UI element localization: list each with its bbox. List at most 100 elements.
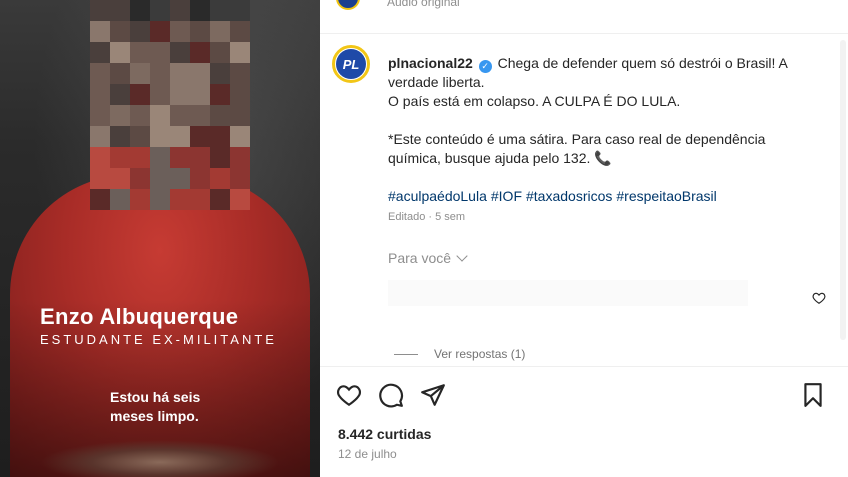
view-replies[interactable]: Ver respostas (1): [394, 347, 525, 361]
pixel-block: [190, 21, 210, 42]
post-caption: plnacional22 ✓ Chega de defender quem só…: [388, 54, 808, 206]
pixel-block: [170, 63, 190, 84]
pixel-block: [210, 84, 230, 105]
pixel-block: [170, 126, 190, 147]
pixel-block: [110, 105, 130, 126]
sort-label: Para você: [388, 250, 452, 266]
person-name: Enzo Albuquerque: [40, 304, 239, 329]
disclaimer-text: *Este conteúdo é uma sátira. Para caso r…: [388, 131, 766, 166]
pixel-block: [130, 21, 150, 42]
audio-label[interactable]: Áudio original: [387, 0, 460, 9]
pixel-block: [130, 63, 150, 84]
hashtag-link[interactable]: #IOF: [491, 188, 522, 204]
phone-icon: 📞: [594, 150, 612, 166]
pixel-block: [110, 189, 130, 210]
person-hands: [40, 440, 280, 477]
scrollbar-thumb[interactable]: [840, 40, 846, 340]
pixel-block: [210, 168, 230, 189]
pixel-block: [150, 21, 170, 42]
pixel-block: [110, 147, 130, 168]
share-icon[interactable]: [420, 382, 446, 408]
likes-count[interactable]: 8.442 curtidas: [338, 426, 431, 442]
comment-icon[interactable]: [378, 382, 404, 408]
pixel-block: [190, 168, 210, 189]
pixel-block: [230, 42, 250, 63]
pixel-block: [230, 168, 250, 189]
pixel-block: [170, 105, 190, 126]
pixel-block: [90, 0, 110, 21]
hashtag-link[interactable]: #taxadosricos: [526, 188, 612, 204]
hashtag-list: #aculpaédoLula #IOF #taxadosricos #respeita…: [388, 187, 808, 206]
pixel-block: [170, 189, 190, 210]
pixel-block: [130, 168, 150, 189]
pixel-block: [90, 21, 110, 42]
comment-placeholder: [388, 280, 748, 306]
header-avatar[interactable]: [336, 0, 360, 10]
view-replies-label: Ver respostas (1): [434, 347, 526, 361]
pixel-block: [150, 105, 170, 126]
scrollbar[interactable]: [840, 40, 846, 460]
author-username[interactable]: plnacional22: [388, 55, 473, 71]
pixel-block: [90, 168, 110, 189]
pixel-block: [170, 147, 190, 168]
comment-sort-dropdown[interactable]: Para você: [388, 250, 468, 266]
pixel-block: [130, 105, 150, 126]
header-divider: [320, 33, 848, 34]
caption-line-2: O país está em colapso. A CULPA É DO LUL…: [388, 93, 681, 109]
pixel-block: [150, 84, 170, 105]
verified-badge-icon: ✓: [478, 60, 492, 73]
pixel-block: [230, 189, 250, 210]
bookmark-icon[interactable]: [800, 382, 826, 408]
pixel-block: [210, 189, 230, 210]
pixel-block: [210, 21, 230, 42]
pixel-block: [190, 126, 210, 147]
pixel-block: [110, 0, 130, 21]
pixel-block: [90, 105, 110, 126]
pixel-block: [150, 168, 170, 189]
comment-like-heart-icon[interactable]: [812, 291, 826, 305]
chevron-down-icon: [456, 250, 468, 262]
post-sidebar: Áudio original PL plnacional22 ✓ Chega d…: [320, 0, 848, 477]
pixel-block: [90, 84, 110, 105]
pixel-block: [130, 84, 150, 105]
pixel-block: [230, 147, 250, 168]
pixel-block: [170, 84, 190, 105]
replies-line: [394, 353, 418, 355]
heart-icon[interactable]: [336, 382, 362, 408]
pixel-block: [230, 126, 250, 147]
post-media[interactable]: Enzo Albuquerque ESTUDANTE EX-MILITANTE …: [0, 0, 320, 477]
caption-first-paragraph: plnacional22 ✓ Chega de defender quem só…: [388, 54, 808, 92]
pixel-block: [150, 126, 170, 147]
hashtag-link[interactable]: #aculpaédoLula: [388, 188, 487, 204]
pixel-block: [110, 63, 130, 84]
pixel-block: [130, 126, 150, 147]
pixel-block: [170, 42, 190, 63]
pixel-block: [110, 126, 130, 147]
pixel-block: [110, 84, 130, 105]
pixel-block: [150, 189, 170, 210]
post-date: 12 de julho: [338, 447, 397, 461]
pixel-block: [190, 0, 210, 21]
edited-timestamp: Editado · 5 sem: [388, 211, 466, 223]
pixel-block: [150, 42, 170, 63]
pixel-block: [210, 0, 230, 21]
pixel-block: [90, 63, 110, 84]
pixel-block: [130, 147, 150, 168]
pixel-block: [230, 105, 250, 126]
pixel-block: [190, 63, 210, 84]
pixel-block: [90, 126, 110, 147]
pixel-block: [190, 105, 210, 126]
pixel-block: [190, 42, 210, 63]
author-avatar[interactable]: PL: [332, 45, 370, 83]
pixel-block: [170, 168, 190, 189]
pixelated-face: [90, 0, 250, 210]
pixel-block: [130, 0, 150, 21]
hashtag-link[interactable]: #respeitaoBrasil: [616, 188, 716, 204]
pixel-block: [170, 0, 190, 21]
pixel-block: [90, 147, 110, 168]
pixel-block: [230, 21, 250, 42]
pixel-block: [190, 189, 210, 210]
pixel-block: [190, 147, 210, 168]
pixel-block: [230, 84, 250, 105]
pixel-block: [110, 168, 130, 189]
